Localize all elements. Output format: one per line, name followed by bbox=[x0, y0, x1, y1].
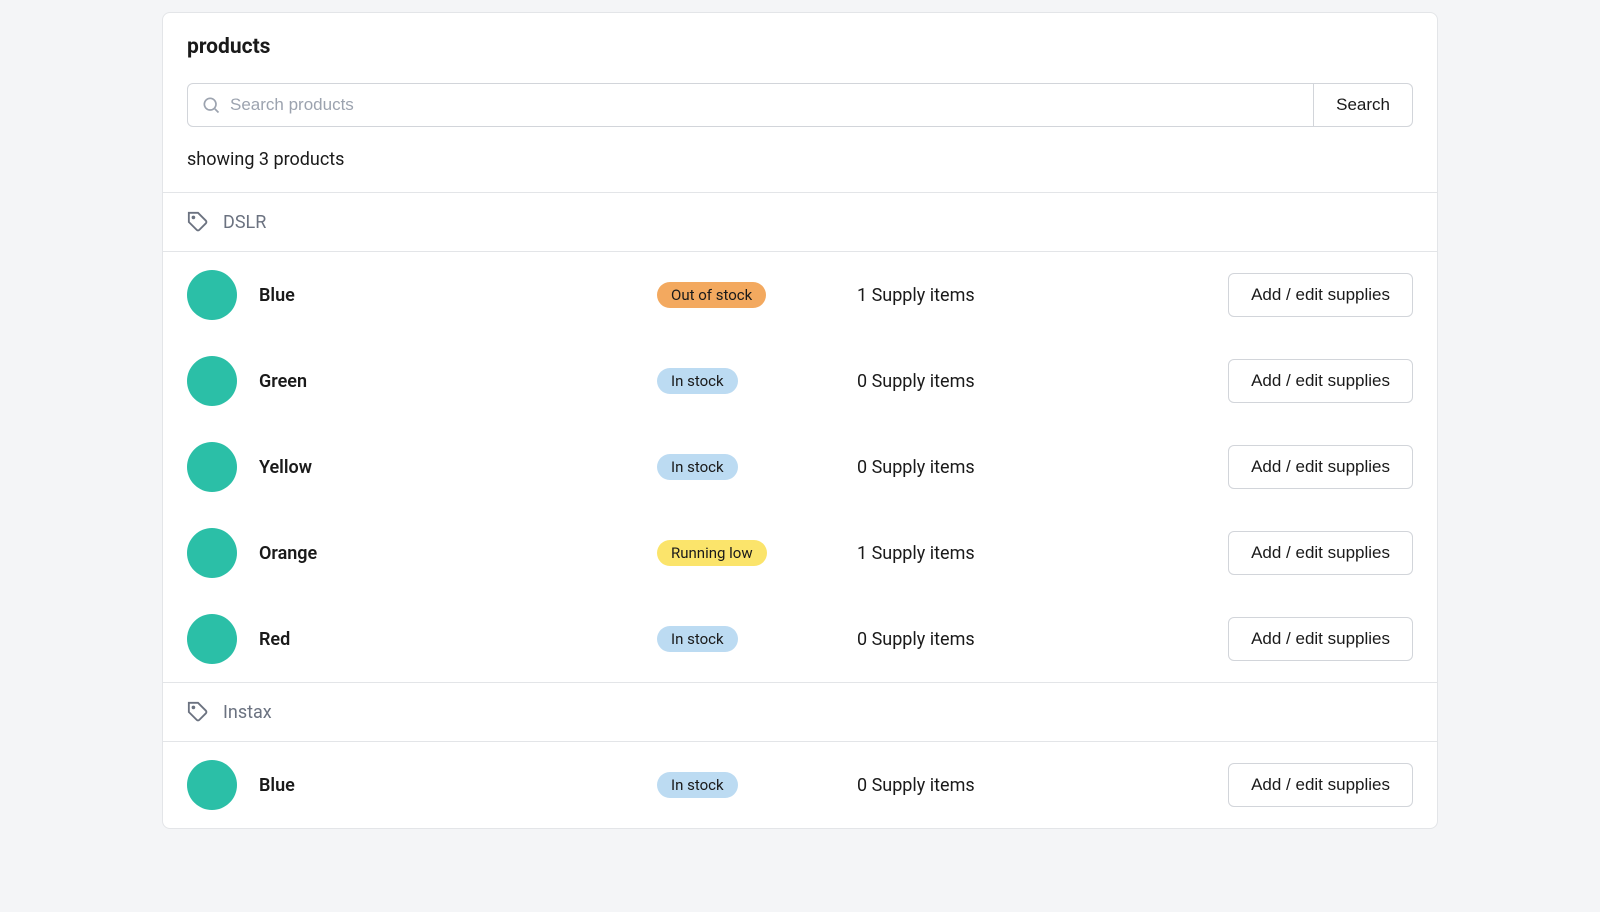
status-col: In stock bbox=[657, 772, 857, 798]
search-row: Search bbox=[163, 59, 1437, 127]
supply-count: 1 Supply items bbox=[857, 543, 1067, 564]
status-col: In stock bbox=[657, 626, 857, 652]
status-col: Running low bbox=[657, 540, 857, 566]
product-swatch bbox=[187, 614, 237, 664]
add-edit-supplies-button[interactable]: Add / edit supplies bbox=[1228, 273, 1413, 317]
product-swatch bbox=[187, 442, 237, 492]
card-header: products bbox=[163, 13, 1437, 59]
status-col: In stock bbox=[657, 368, 857, 394]
add-edit-supplies-button[interactable]: Add / edit supplies bbox=[1228, 531, 1413, 575]
page-title: products bbox=[187, 35, 1413, 59]
supply-count: 1 Supply items bbox=[857, 285, 1067, 306]
showing-count: showing 3 products bbox=[163, 127, 1437, 192]
action-col: Add / edit supplies bbox=[1067, 617, 1413, 661]
status-col: Out of stock bbox=[657, 282, 857, 308]
products-card: products Search showing 3 products DSLR B… bbox=[162, 12, 1438, 829]
status-badge: In stock bbox=[657, 626, 738, 652]
add-edit-supplies-button[interactable]: Add / edit supplies bbox=[1228, 617, 1413, 661]
group-label: Instax bbox=[223, 702, 272, 723]
add-edit-supplies-button[interactable]: Add / edit supplies bbox=[1228, 359, 1413, 403]
search-wrap bbox=[187, 83, 1314, 127]
product-swatch bbox=[187, 356, 237, 406]
tag-icon bbox=[187, 211, 209, 233]
product-name: Blue bbox=[237, 285, 657, 306]
action-col: Add / edit supplies bbox=[1067, 359, 1413, 403]
product-swatch bbox=[187, 760, 237, 810]
status-badge: Out of stock bbox=[657, 282, 766, 308]
status-badge: In stock bbox=[657, 454, 738, 480]
group-header: Instax bbox=[163, 682, 1437, 742]
product-name: Red bbox=[237, 629, 657, 650]
page: products Search showing 3 products DSLR B… bbox=[0, 12, 1600, 912]
product-row: RedIn stock 0 Supply items Add / edit supp… bbox=[163, 596, 1437, 682]
product-row: BlueOut of stock 1 Supply items Add / edit… bbox=[163, 252, 1437, 338]
group-header: DSLR bbox=[163, 192, 1437, 252]
product-name: Yellow bbox=[237, 457, 657, 478]
product-name: Green bbox=[237, 371, 657, 392]
product-row: BlueIn stock 0 Supply items Add / edit sup… bbox=[163, 742, 1437, 828]
status-col: In stock bbox=[657, 454, 857, 480]
product-row: OrangeRunning low 1 Supply items Add / edi… bbox=[163, 510, 1437, 596]
action-col: Add / edit supplies bbox=[1067, 531, 1413, 575]
supply-count: 0 Supply items bbox=[857, 371, 1067, 392]
supply-count: 0 Supply items bbox=[857, 629, 1067, 650]
product-row: YellowIn stock 0 Supply items Add / edit s… bbox=[163, 424, 1437, 510]
status-badge: In stock bbox=[657, 772, 738, 798]
supply-count: 0 Supply items bbox=[857, 457, 1067, 478]
search-button[interactable]: Search bbox=[1314, 83, 1413, 127]
status-badge: In stock bbox=[657, 368, 738, 394]
action-col: Add / edit supplies bbox=[1067, 445, 1413, 489]
product-groups: DSLRBlueOut of stock1 Supply itemsAdd / … bbox=[163, 192, 1437, 828]
add-edit-supplies-button[interactable]: Add / edit supplies bbox=[1228, 445, 1413, 489]
action-col: Add / edit supplies bbox=[1067, 273, 1413, 317]
search-input[interactable] bbox=[187, 83, 1314, 127]
add-edit-supplies-button[interactable]: Add / edit supplies bbox=[1228, 763, 1413, 807]
product-swatch bbox=[187, 270, 237, 320]
product-swatch bbox=[187, 528, 237, 578]
action-col: Add / edit supplies bbox=[1067, 763, 1413, 807]
product-name: Orange bbox=[237, 543, 657, 564]
tag-icon bbox=[187, 701, 209, 723]
product-row: GreenIn stock 0 Supply items Add / edit su… bbox=[163, 338, 1437, 424]
search-icon bbox=[201, 95, 221, 115]
product-name: Blue bbox=[237, 775, 657, 796]
group-label: DSLR bbox=[223, 212, 266, 233]
status-badge: Running low bbox=[657, 540, 767, 566]
supply-count: 0 Supply items bbox=[857, 775, 1067, 796]
